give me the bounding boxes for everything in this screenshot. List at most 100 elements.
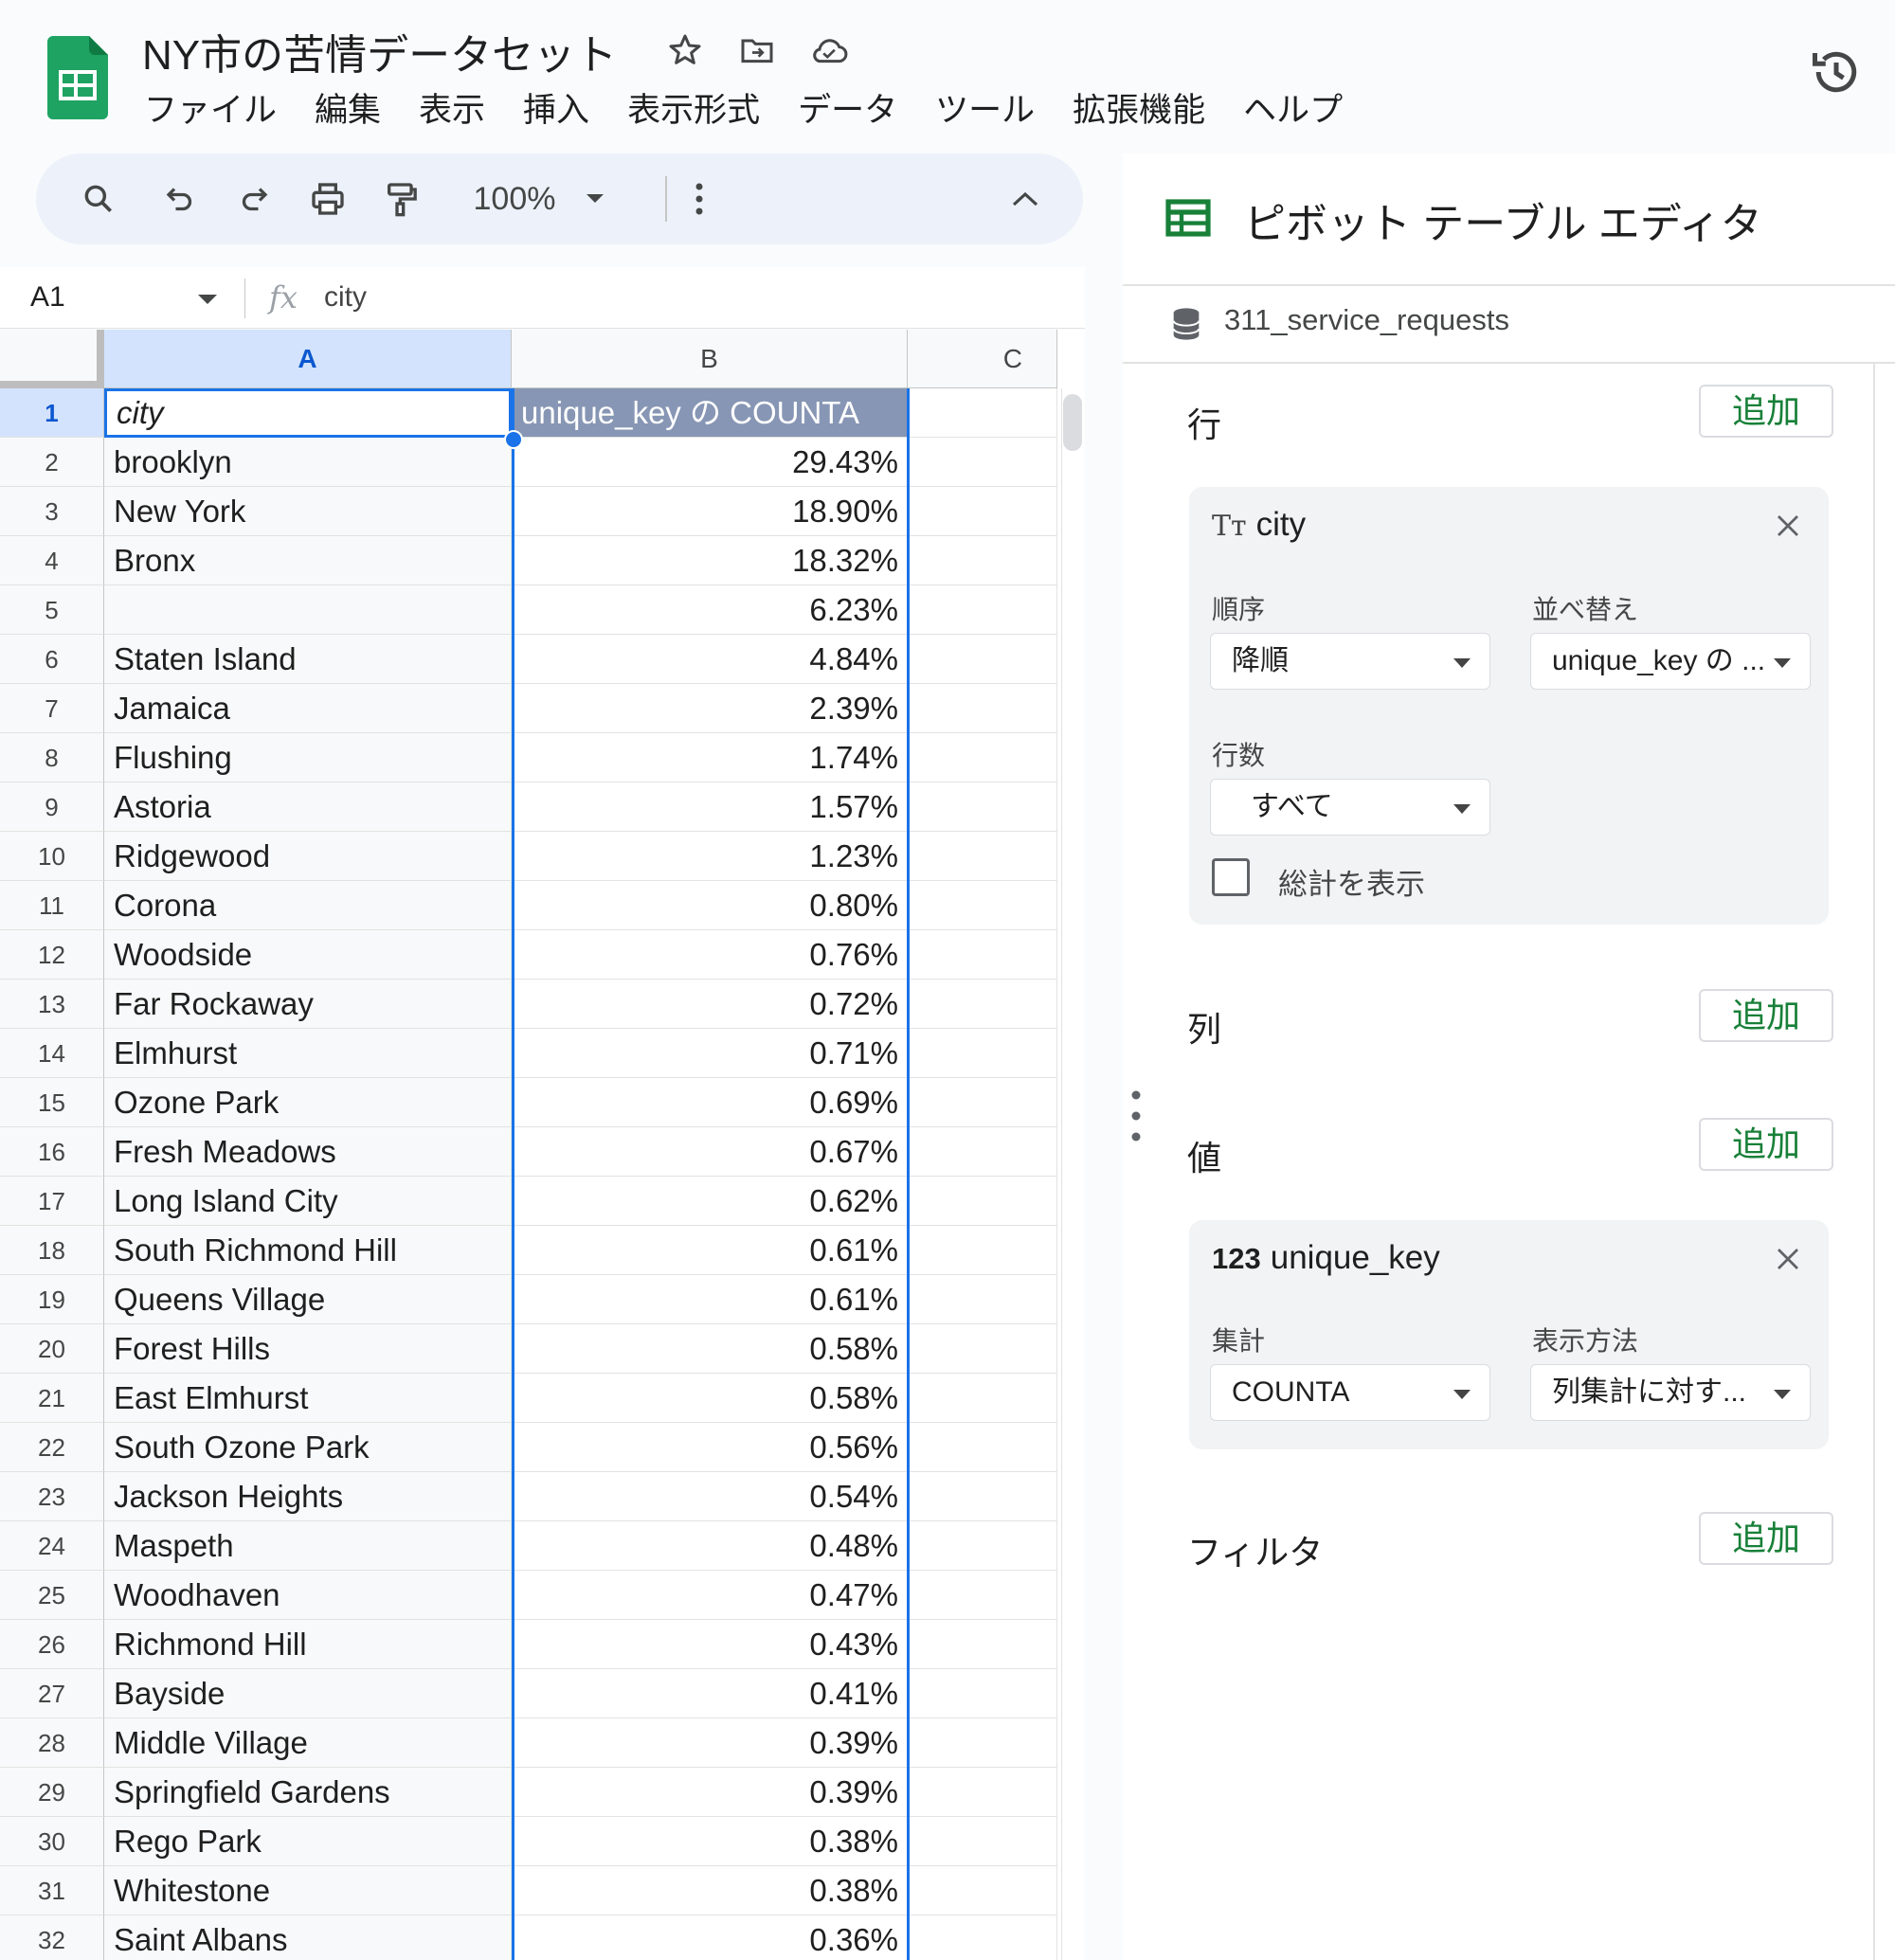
menu-format[interactable]: 表示形式 xyxy=(608,87,779,135)
row-number[interactable]: 20 xyxy=(0,1324,104,1374)
formula-input[interactable]: city xyxy=(324,277,367,318)
city-cell[interactable]: South Richmond Hill xyxy=(104,1226,512,1275)
panel-resize-handle-icon[interactable] xyxy=(1130,1089,1142,1142)
count-percent-cell[interactable]: 1.57% xyxy=(512,782,908,832)
city-cell[interactable]: Long Island City xyxy=(104,1177,512,1226)
row-number[interactable]: 2 xyxy=(0,438,104,487)
row-number[interactable]: 3 xyxy=(0,487,104,536)
count-percent-cell[interactable]: 0.69% xyxy=(512,1078,908,1127)
menu-insert[interactable]: 挿入 xyxy=(504,87,608,135)
city-cell[interactable]: Richmond Hill xyxy=(104,1620,512,1669)
count-percent-cell[interactable]: 0.39% xyxy=(512,1768,908,1817)
sheets-logo[interactable] xyxy=(47,36,108,119)
city-cell[interactable]: Fresh Meadows xyxy=(104,1127,512,1177)
row-number[interactable]: 17 xyxy=(0,1177,104,1226)
count-percent-cell[interactable]: 18.90% xyxy=(512,487,908,536)
empty-cell[interactable] xyxy=(908,1374,1057,1423)
city-cell[interactable]: Ridgewood xyxy=(104,832,512,881)
count-percent-cell[interactable]: 18.32% xyxy=(512,536,908,585)
city-cell[interactable]: brooklyn xyxy=(104,438,512,487)
count-percent-cell[interactable]: 29.43% xyxy=(512,438,908,487)
version-history-icon[interactable] xyxy=(1808,44,1865,100)
empty-cell[interactable] xyxy=(908,1423,1057,1472)
city-cell[interactable]: Jamaica xyxy=(104,684,512,733)
empty-cell[interactable] xyxy=(908,782,1057,832)
city-cell[interactable]: Queens Village xyxy=(104,1275,512,1324)
show-totals-checkbox[interactable] xyxy=(1212,858,1250,896)
city-cell[interactable]: Maspeth xyxy=(104,1521,512,1571)
empty-cell[interactable] xyxy=(908,1521,1057,1571)
add-row-button[interactable]: 追加 xyxy=(1699,385,1833,438)
row-number[interactable]: 31 xyxy=(0,1866,104,1915)
row-number[interactable]: 9 xyxy=(0,782,104,832)
city-cell[interactable]: Whitestone xyxy=(104,1866,512,1915)
count-percent-cell[interactable]: 4.84% xyxy=(512,635,908,684)
column-header-b[interactable]: B xyxy=(512,330,908,388)
count-percent-cell[interactable]: 0.58% xyxy=(512,1374,908,1423)
count-percent-cell[interactable]: 0.43% xyxy=(512,1620,908,1669)
count-percent-cell[interactable]: 2.39% xyxy=(512,684,908,733)
cell-c1[interactable] xyxy=(908,388,1057,438)
count-percent-cell[interactable]: 0.62% xyxy=(512,1177,908,1226)
city-cell[interactable]: Woodside xyxy=(104,930,512,980)
empty-cell[interactable] xyxy=(908,487,1057,536)
empty-cell[interactable] xyxy=(908,832,1057,881)
row-number[interactable]: 10 xyxy=(0,832,104,881)
move-folder-icon[interactable] xyxy=(735,28,779,72)
empty-cell[interactable] xyxy=(908,536,1057,585)
city-cell[interactable]: Springfield Gardens xyxy=(104,1768,512,1817)
empty-cell[interactable] xyxy=(908,1718,1057,1768)
cell-b1[interactable]: unique_key の COUNTA xyxy=(512,388,908,438)
row-number[interactable]: 7 xyxy=(0,684,104,733)
empty-cell[interactable] xyxy=(908,635,1057,684)
data-source-name[interactable]: 311_service_requests xyxy=(1224,303,1509,337)
city-cell[interactable]: Rego Park xyxy=(104,1817,512,1866)
search-icon[interactable] xyxy=(76,176,121,222)
count-percent-cell[interactable]: 0.72% xyxy=(512,980,908,1029)
city-cell[interactable]: South Ozone Park xyxy=(104,1423,512,1472)
empty-cell[interactable] xyxy=(908,1472,1057,1521)
count-percent-cell[interactable]: 0.41% xyxy=(512,1669,908,1718)
count-percent-cell[interactable]: 0.56% xyxy=(512,1423,908,1472)
count-percent-cell[interactable]: 0.61% xyxy=(512,1275,908,1324)
row-number[interactable]: 29 xyxy=(0,1768,104,1817)
city-cell[interactable]: Woodhaven xyxy=(104,1571,512,1620)
name-box-chevron-down-icon[interactable] xyxy=(197,294,218,305)
empty-cell[interactable] xyxy=(908,1768,1057,1817)
city-cell[interactable]: Jackson Heights xyxy=(104,1472,512,1521)
menu-tools[interactable]: ツール xyxy=(916,87,1054,135)
city-cell[interactable]: Corona xyxy=(104,881,512,930)
empty-cell[interactable] xyxy=(908,1571,1057,1620)
count-percent-cell[interactable]: 0.36% xyxy=(512,1915,908,1960)
count-percent-cell[interactable]: 0.48% xyxy=(512,1521,908,1571)
city-cell[interactable]: Bronx xyxy=(104,536,512,585)
row-number[interactable]: 13 xyxy=(0,980,104,1029)
close-icon[interactable] xyxy=(1774,1245,1802,1273)
row-number[interactable]: 19 xyxy=(0,1275,104,1324)
row-number[interactable]: 27 xyxy=(0,1669,104,1718)
star-icon[interactable] xyxy=(663,28,707,72)
row-number[interactable]: 32 xyxy=(0,1915,104,1960)
empty-cell[interactable] xyxy=(908,1915,1057,1960)
count-percent-cell[interactable]: 0.38% xyxy=(512,1866,908,1915)
vertical-scrollbar-track[interactable] xyxy=(1061,388,1085,1960)
menu-data[interactable]: データ xyxy=(779,87,916,135)
name-box[interactable]: A1 xyxy=(30,277,65,318)
city-cell[interactable]: Elmhurst xyxy=(104,1029,512,1078)
count-percent-cell[interactable]: 0.58% xyxy=(512,1324,908,1374)
empty-cell[interactable] xyxy=(908,1177,1057,1226)
menu-edit[interactable]: 編集 xyxy=(296,87,400,135)
menu-help[interactable]: ヘルプ xyxy=(1224,87,1362,135)
count-percent-cell[interactable]: 0.67% xyxy=(512,1127,908,1177)
city-cell[interactable]: Forest Hills xyxy=(104,1324,512,1374)
row-number[interactable]: 22 xyxy=(0,1423,104,1472)
count-percent-cell[interactable]: 0.80% xyxy=(512,881,908,930)
city-cell[interactable]: Far Rockaway xyxy=(104,980,512,1029)
show-as-select[interactable]: 列集計に対す... xyxy=(1530,1364,1811,1421)
city-cell[interactable]: Flushing xyxy=(104,733,512,782)
row-number[interactable]: 26 xyxy=(0,1620,104,1669)
add-value-button[interactable]: 追加 xyxy=(1699,1118,1833,1171)
zoom-chevron-down-icon[interactable] xyxy=(576,176,614,222)
count-percent-cell[interactable]: 6.23% xyxy=(512,585,908,635)
menu-extensions[interactable]: 拡張機能 xyxy=(1054,87,1224,135)
